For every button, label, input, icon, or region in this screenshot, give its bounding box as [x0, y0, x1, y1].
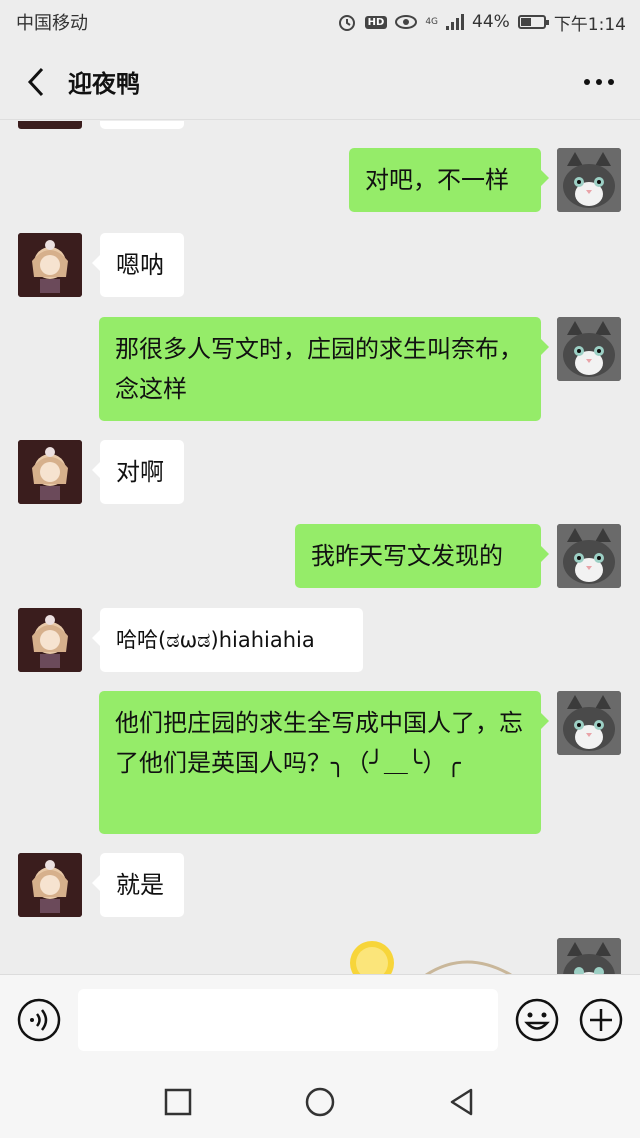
chibi-girl-avatar-image [18, 608, 82, 672]
system-nav-bar [0, 1064, 640, 1138]
avatar[interactable] [18, 121, 82, 129]
status-bar: 中国移动 HD 4G 44% 下午1:14 [0, 0, 640, 44]
back-button[interactable] [16, 57, 56, 107]
avatar[interactable] [557, 524, 621, 588]
chibi-girl-avatar-image [18, 853, 82, 917]
message-bubble[interactable]: 对吧，不一样 [349, 148, 549, 212]
message-text: 对啊 [116, 458, 164, 486]
message-text: 那很多人写文时，庄园的求生叫奈布，念这样 [115, 335, 523, 403]
cat-avatar-image [557, 938, 621, 974]
cat-avatar-image [557, 148, 621, 212]
emoji-button[interactable] [514, 997, 560, 1043]
chibi-girl-avatar-image [18, 233, 82, 297]
chat-title: 迎夜鸭 [68, 70, 140, 98]
back-nav-button[interactable] [442, 1082, 482, 1122]
message-text: 他们把庄园的求生全写成中国人了，忘了他们是英国人吗？╮（╯＿╰）╭ [115, 709, 523, 777]
eye-icon [395, 14, 418, 30]
avatar[interactable] [557, 938, 621, 974]
input-bar [0, 974, 640, 1064]
cat-avatar-image [557, 524, 621, 588]
battery-percent: 44% [472, 12, 510, 32]
battery-icon [517, 15, 549, 29]
more-functions-button[interactable] [578, 997, 624, 1043]
sticker-icon [350, 941, 512, 974]
message-list[interactable]: 对吧，不一样 嗯呐 那很多人写文时，庄园的求生叫奈布，念这样 对啊 我昨天写文发… [0, 121, 640, 974]
more-button[interactable] [574, 57, 624, 107]
avatar[interactable] [18, 608, 82, 672]
chat-header: 迎夜鸭 [0, 44, 640, 120]
chibi-girl-avatar-image [18, 440, 82, 504]
message-text: 嗯呐 [116, 251, 164, 279]
message-bubble[interactable]: 嗯呐 [92, 233, 184, 297]
message-bubble[interactable]: 哈哈(ಡωಡ)hiahiahia [92, 608, 363, 672]
message-bubble[interactable]: 那很多人写文时，庄园的求生叫奈布，念这样 [99, 317, 549, 421]
cat-avatar-image [557, 317, 621, 381]
alarm-icon [337, 12, 357, 32]
hd-badge: HD [364, 15, 388, 29]
square-icon [164, 1088, 192, 1116]
voice-button[interactable] [16, 997, 62, 1043]
avatar[interactable] [557, 691, 621, 755]
voice-icon [17, 998, 61, 1042]
message-bubble[interactable]: 他们把庄园的求生全写成中国人了，忘了他们是英国人吗？╮（╯＿╰）╭ [99, 691, 549, 834]
home-button[interactable] [300, 1082, 340, 1122]
circle-icon [305, 1087, 335, 1117]
avatar[interactable] [557, 148, 621, 212]
triangle-back-icon [450, 1088, 473, 1116]
message-bubble[interactable]: 我昨天写文发现的 [295, 524, 549, 588]
avatar[interactable] [18, 233, 82, 297]
chevron-left-icon [27, 67, 44, 96]
message-bubble-partial[interactable] [100, 121, 184, 129]
signal-icon [446, 14, 465, 30]
message-bubble[interactable]: 就是 [92, 853, 184, 917]
carrier-label: 中国移动 [16, 13, 88, 34]
clock: 下午1:14 [553, 14, 626, 35]
message-text: 哈哈(ಡωಡ)hiahiahia [116, 628, 315, 652]
network-label: 4G [425, 16, 439, 27]
message-bubble[interactable]: 对啊 [92, 440, 184, 504]
more-dots-icon [584, 78, 614, 85]
emoji-icon [515, 998, 559, 1042]
message-text: 就是 [116, 871, 164, 899]
avatar[interactable] [18, 853, 82, 917]
message-input[interactable] [78, 989, 498, 1051]
plus-icon [579, 998, 623, 1042]
message-text: 我昨天写文发现的 [311, 542, 503, 570]
status-icons: HD 4G 44% 下午1:14 [337, 10, 626, 35]
sticker-image[interactable] [346, 939, 526, 974]
message-text: 对吧，不一样 [365, 166, 509, 194]
avatar[interactable] [18, 440, 82, 504]
cat-avatar-image [557, 691, 621, 755]
recents-button[interactable] [158, 1082, 198, 1122]
avatar[interactable] [557, 317, 621, 381]
